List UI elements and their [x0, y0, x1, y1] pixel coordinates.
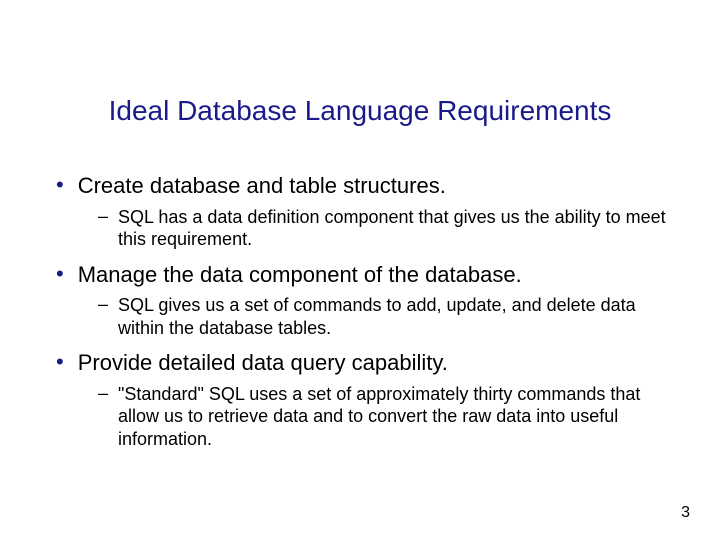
dash-icon: –	[98, 206, 108, 227]
bullet-dot-icon: •	[56, 261, 64, 287]
slide-title: Ideal Database Language Requirements	[50, 95, 670, 127]
slide-content: Ideal Database Language Requirements • C…	[0, 0, 720, 480]
bullet-dot-icon: •	[56, 349, 64, 375]
sub-item: – SQL gives us a set of commands to add,…	[98, 294, 670, 339]
sub-text: SQL gives us a set of commands to add, u…	[118, 294, 670, 339]
sub-text: "Standard" SQL uses a set of approximate…	[118, 383, 670, 451]
bullet-text: Manage the data component of the databas…	[78, 261, 522, 289]
bullet-main-row: • Manage the data component of the datab…	[56, 261, 670, 289]
page-number: 3	[681, 504, 690, 522]
bullet-main-row: • Create database and table structures.	[56, 172, 670, 200]
bullet-item: • Manage the data component of the datab…	[56, 261, 670, 340]
bullet-item: • Provide detailed data query capability…	[56, 349, 670, 450]
sub-list: – SQL has a data definition component th…	[56, 206, 670, 251]
dash-icon: –	[98, 294, 108, 315]
sub-item: – "Standard" SQL uses a set of approxima…	[98, 383, 670, 451]
sub-list: – SQL gives us a set of commands to add,…	[56, 294, 670, 339]
bullet-dot-icon: •	[56, 172, 64, 198]
dash-icon: –	[98, 383, 108, 404]
sub-list: – "Standard" SQL uses a set of approxima…	[56, 383, 670, 451]
sub-text: SQL has a data definition component that…	[118, 206, 670, 251]
bullet-text: Provide detailed data query capability.	[78, 349, 448, 377]
bullet-text: Create database and table structures.	[78, 172, 446, 200]
sub-item: – SQL has a data definition component th…	[98, 206, 670, 251]
bullet-item: • Create database and table structures. …	[56, 172, 670, 251]
bullet-main-row: • Provide detailed data query capability…	[56, 349, 670, 377]
bullet-list: • Create database and table structures. …	[50, 172, 670, 450]
